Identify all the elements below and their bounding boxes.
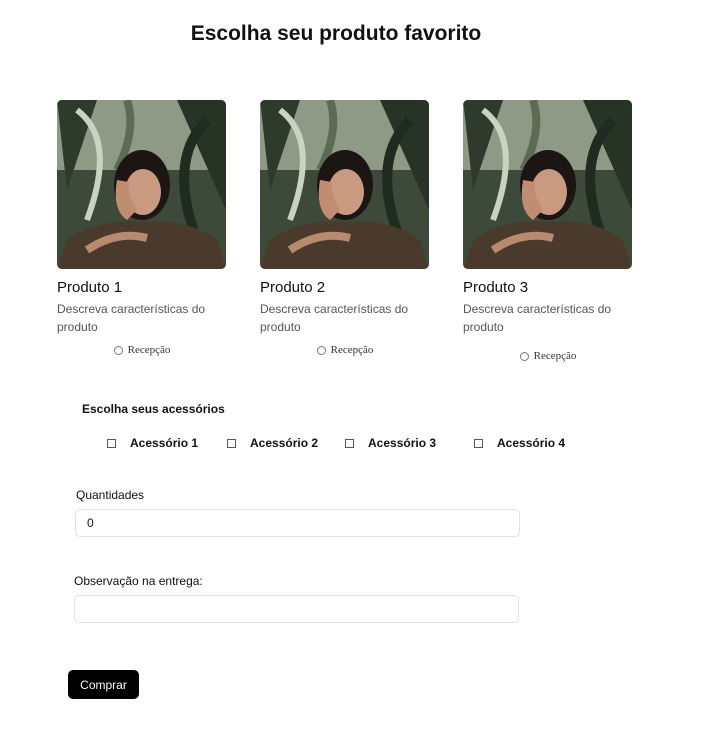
- product-radio[interactable]: Recepção: [463, 350, 633, 362]
- checkbox[interactable]: [474, 438, 483, 448]
- product-name: Produto 1: [57, 279, 123, 296]
- quantity-label: Quantidades: [76, 488, 145, 502]
- product-description: Descreva características do produto: [57, 302, 206, 334]
- product-photo-image: [260, 100, 429, 269]
- product-card-3[interactable]: Produto 3 Descreva características do pr…: [463, 100, 633, 362]
- checkbox[interactable]: [345, 438, 354, 448]
- radio-label: Recepção: [533, 350, 577, 362]
- quantity-input[interactable]: [75, 509, 520, 537]
- product-radio[interactable]: Recepção: [57, 344, 227, 356]
- accessory-label: Acessório 2: [250, 436, 319, 450]
- radio-button[interactable]: [113, 345, 123, 355]
- radio-label: Recepção: [330, 344, 374, 356]
- product-photo[interactable]: [463, 100, 632, 269]
- product-name: Produto 2: [260, 279, 326, 296]
- checkbox[interactable]: [107, 438, 116, 448]
- accessory-checkbox-4[interactable]: Acessório 4: [474, 436, 565, 450]
- product-card-2[interactable]: Produto 2 Descreva características do pr…: [260, 100, 430, 356]
- checkbox[interactable]: [227, 438, 236, 448]
- product-photo[interactable]: [57, 100, 226, 269]
- accessories-heading: Escolha seus acessórios: [82, 402, 225, 416]
- accessory-checkbox-2[interactable]: Acessório 2: [227, 436, 318, 450]
- product-photo[interactable]: [260, 100, 429, 269]
- accessory-checkbox-3[interactable]: Acessório 3: [345, 436, 436, 450]
- delivery-note-input[interactable]: [74, 595, 519, 623]
- delivery-note-label: Observação na entrega:: [74, 574, 203, 588]
- buy-button[interactable]: Comprar: [68, 670, 139, 699]
- radio-label: Recepção: [127, 344, 171, 356]
- accessory-label: Acessório 4: [497, 436, 566, 450]
- page-title: Escolha seu produto favorito: [190, 22, 482, 45]
- accessory-label: Acessório 3: [368, 436, 437, 450]
- product-radio[interactable]: Recepção: [260, 344, 430, 356]
- product-description: Descreva características do produto: [260, 302, 409, 334]
- product-description: Descreva características do produto: [463, 302, 612, 334]
- radio-button[interactable]: [519, 351, 529, 361]
- product-card-1[interactable]: Produto 1 Descreva características do pr…: [57, 100, 227, 356]
- radio-button[interactable]: [316, 345, 326, 355]
- product-photo-image: [463, 100, 632, 269]
- product-photo-image: [57, 100, 226, 269]
- accessory-label: Acessório 1: [130, 436, 199, 450]
- accessory-checkbox-1[interactable]: Acessório 1: [107, 436, 198, 450]
- product-name: Produto 3: [463, 279, 529, 296]
